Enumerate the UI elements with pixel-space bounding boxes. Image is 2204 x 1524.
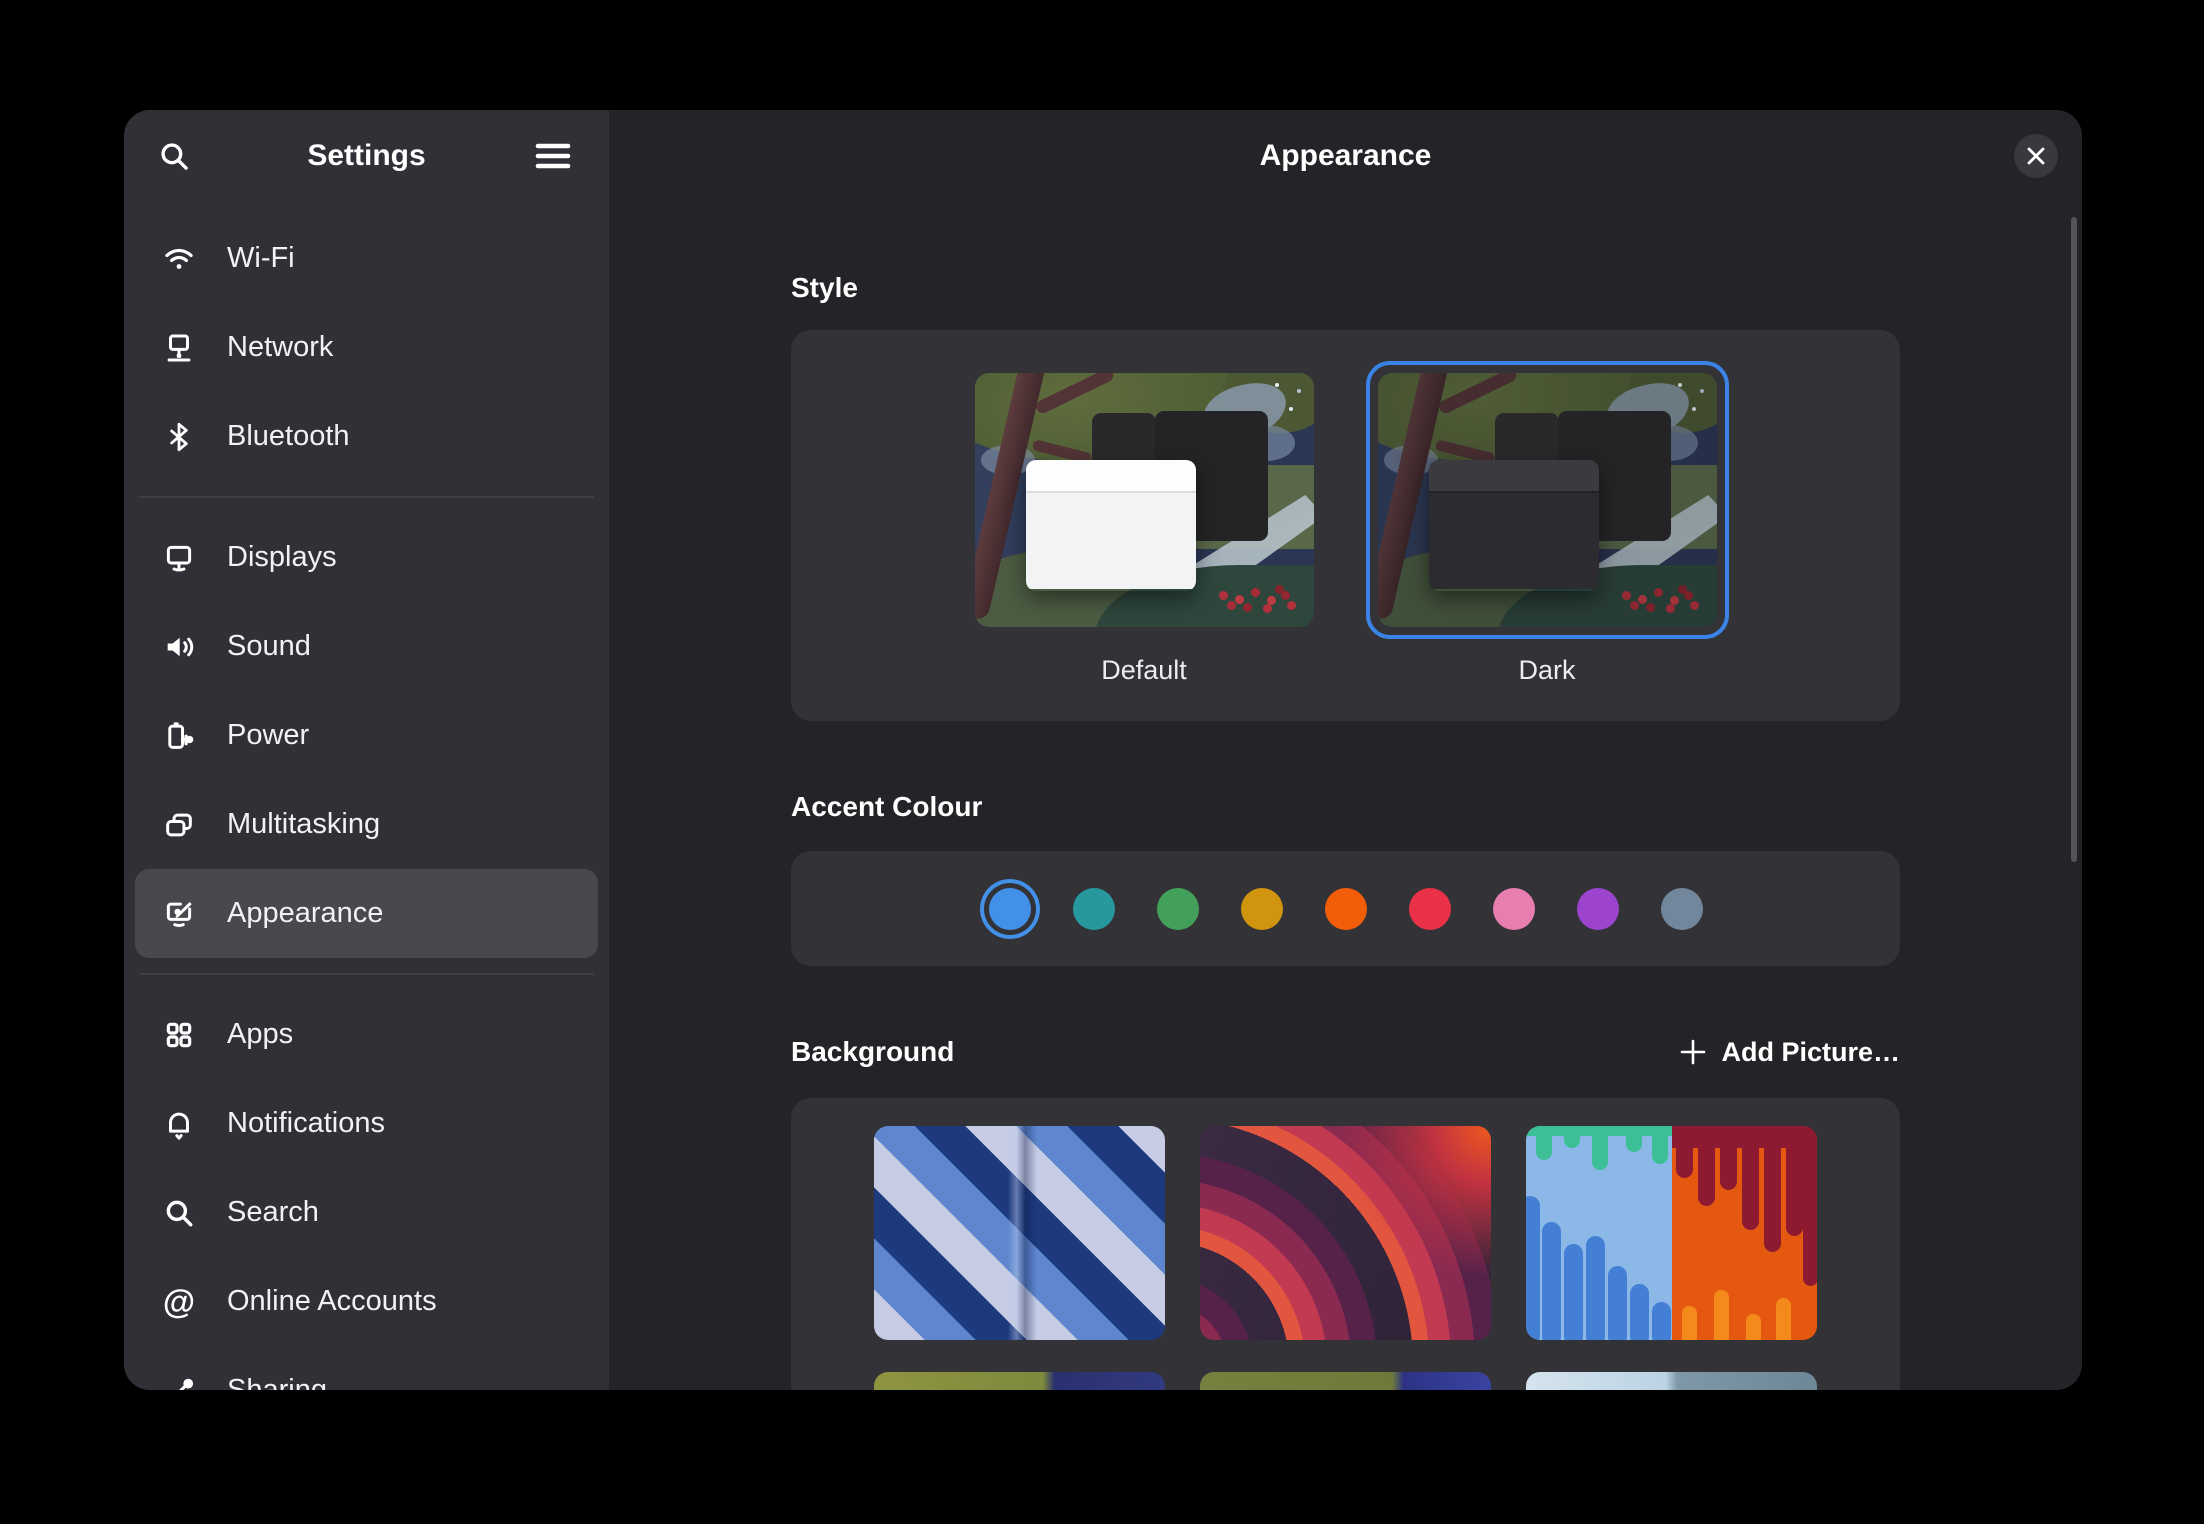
sidebar-item-label: Sharing [227,1374,327,1390]
style-option-label: Dark [1518,655,1575,686]
sidebar-item-sound[interactable]: Sound [135,602,598,691]
sidebar-item-label: Apps [227,1018,293,1051]
power-icon [161,718,197,754]
accent-swatch-blue[interactable] [989,888,1031,930]
style-option-dark[interactable]: Dark [1366,361,1729,721]
multitasking-icon [161,807,197,843]
scrollbar[interactable] [2071,217,2077,862]
sidebar-separator [139,973,594,975]
main-header: Appearance [609,110,2082,202]
sidebar-item-sharing[interactable]: Sharing [135,1346,598,1390]
style-preview-default [963,361,1326,639]
close-button[interactable] [2014,134,2058,178]
settings-window: Settings Wi-Fi [124,110,2082,1390]
sidebar-item-label: Bluetooth [227,420,350,453]
network-icon [161,330,197,366]
online-accounts-icon: @ [161,1284,197,1320]
sidebar-separator [139,496,594,498]
sidebar-item-apps[interactable]: Apps [135,990,598,1079]
sidebar-item-label: Displays [227,541,337,574]
notifications-icon [161,1106,197,1142]
sidebar-item-label: Network [227,331,333,364]
sidebar-item-label: Search [227,1196,319,1229]
add-picture-label: Add Picture… [1721,1037,1900,1068]
sidebar-item-power[interactable]: Power [135,691,598,780]
style-heading: Style [791,268,1900,308]
sidebar-item-label: Online Accounts [227,1285,437,1318]
accent-heading: Accent Colour [791,787,1900,827]
accent-swatch-orange[interactable] [1325,888,1367,930]
accent-swatch-yellow[interactable] [1241,888,1283,930]
wallpaper-thumb-blue-cubes[interactable] [874,1126,1165,1340]
background-heading: Background [791,1032,954,1072]
sidebar-item-label: Power [227,719,309,752]
add-picture-button[interactable]: Add Picture… [1679,1037,1900,1068]
sidebar-item-notifications[interactable]: Notifications [135,1079,598,1168]
sidebar-item-search[interactable]: Search [135,1168,598,1257]
accent-swatch-green[interactable] [1157,888,1199,930]
wallpaper-thumb-dark-waves[interactable] [1200,1126,1491,1340]
style-card: Default [791,330,1900,721]
accent-swatch-pink[interactable] [1493,888,1535,930]
wifi-icon [161,241,197,277]
sidebar-item-displays[interactable]: Displays [135,513,598,602]
style-option-default[interactable]: Default [963,361,1326,721]
sidebar-header: Settings [124,110,609,202]
page-title: Appearance [1260,139,1432,173]
sidebar-item-bluetooth[interactable]: Bluetooth [135,392,598,481]
accent-card [791,851,1900,966]
sound-icon [161,629,197,665]
wallpaper-thumb-drips[interactable] [1526,1126,1817,1340]
style-option-label: Default [1101,655,1187,686]
sidebar-nav: Wi-Fi Network Bluetooth [124,202,609,1390]
sidebar-item-online-accounts[interactable]: @ Online Accounts [135,1257,598,1346]
apps-icon [161,1017,197,1053]
sidebar-item-label: Notifications [227,1107,385,1140]
sidebar-item-label: Appearance [227,897,383,930]
sidebar-item-appearance[interactable]: Appearance [135,869,598,958]
accent-swatch-slate[interactable] [1661,888,1703,930]
displays-icon [161,540,197,576]
search-item-icon [161,1195,197,1231]
bluetooth-icon [161,419,197,455]
dark-window-mockup [1429,460,1599,591]
main-panel: Appearance Style [609,110,2082,1390]
appearance-icon [161,896,197,932]
wallpaper-thumb-pale-blue[interactable] [1526,1372,1817,1390]
wallpaper-thumb-green-navy[interactable] [1200,1372,1491,1390]
hamburger-menu-icon[interactable] [525,128,581,184]
light-window-mockup [1026,460,1196,591]
accent-swatch-teal[interactable] [1073,888,1115,930]
accent-swatch-purple[interactable] [1577,888,1619,930]
plus-icon [1679,1038,1707,1066]
wallpaper-thumb-olive-navy[interactable] [874,1372,1165,1390]
sidebar-item-network[interactable]: Network [135,303,598,392]
appearance-content: Style [609,202,2082,1390]
background-card [791,1098,1900,1390]
sidebar-item-label: Sound [227,630,311,663]
sidebar: Settings Wi-Fi [124,110,609,1390]
sidebar-item-label: Wi-Fi [227,242,295,275]
sidebar-item-wifi[interactable]: Wi-Fi [135,214,598,303]
accent-swatch-red[interactable] [1409,888,1451,930]
style-preview-dark-selected [1366,361,1729,639]
sharing-icon [161,1373,197,1391]
sidebar-item-label: Multitasking [227,808,380,841]
sidebar-item-multitasking[interactable]: Multitasking [135,780,598,869]
